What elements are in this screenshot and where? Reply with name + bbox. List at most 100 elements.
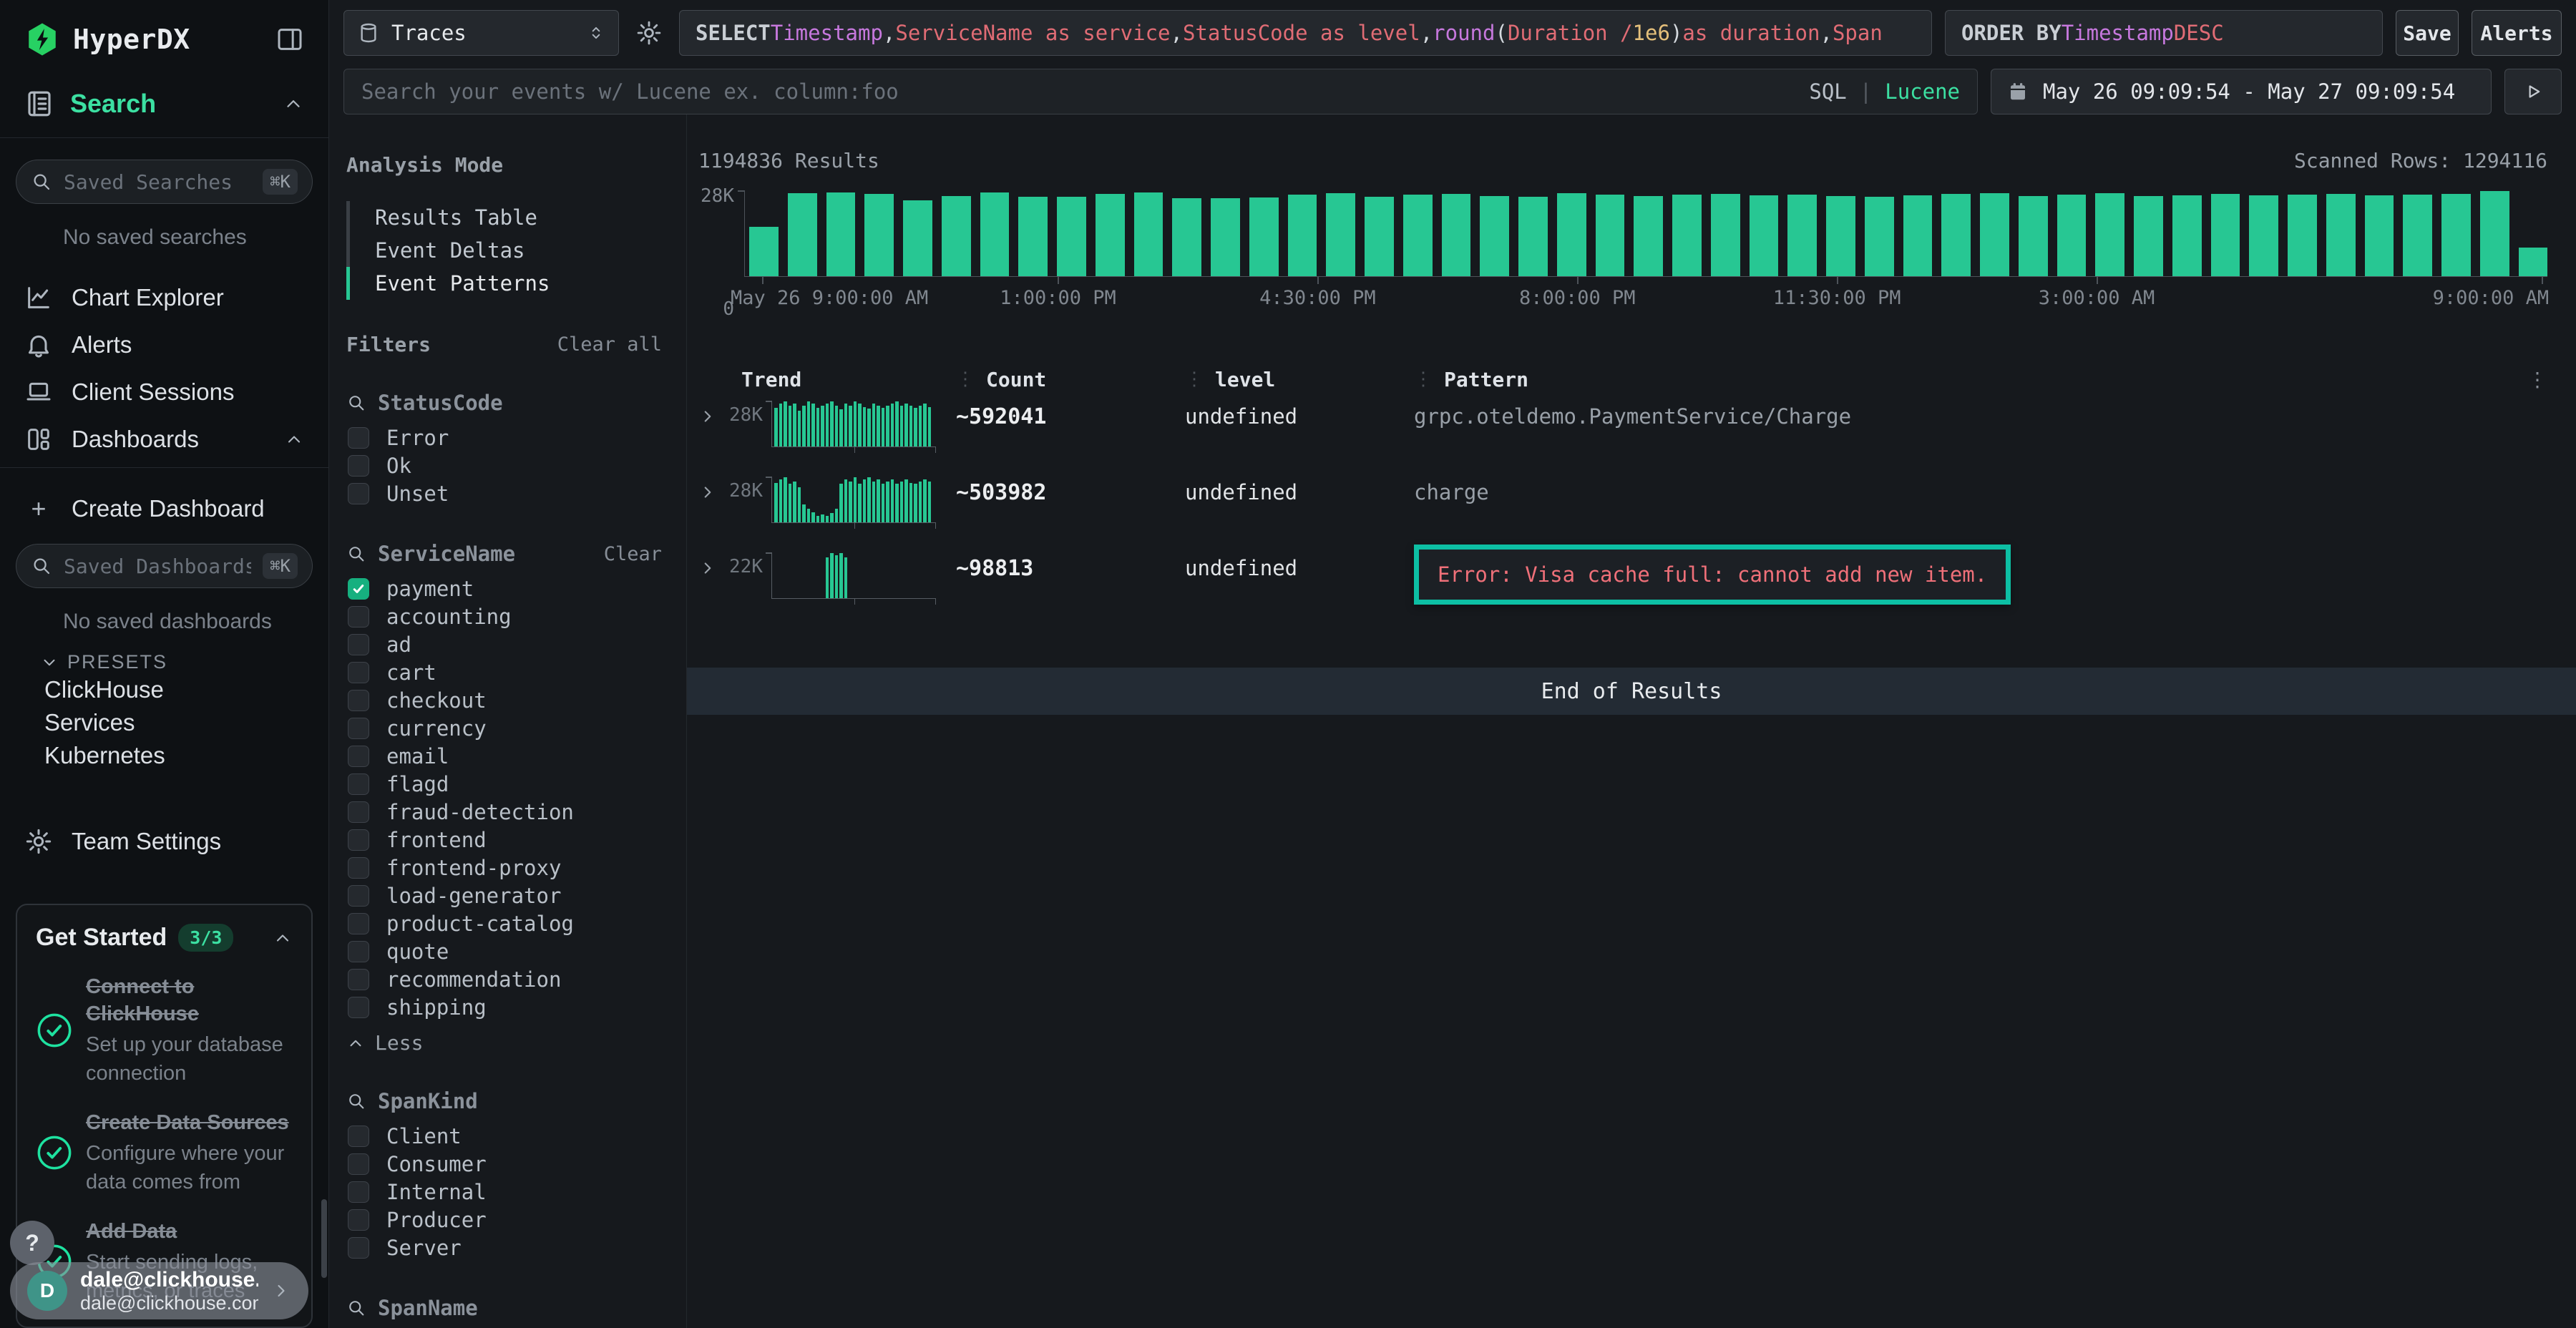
- histogram-bar[interactable]: [1941, 194, 1971, 276]
- expand-row-chevron[interactable]: [698, 559, 717, 577]
- checkbox[interactable]: [348, 606, 369, 628]
- checkbox[interactable]: [348, 913, 369, 934]
- table-row[interactable]: 22K~98813undefinedError: Visa cache full…: [698, 547, 2547, 623]
- save-button[interactable]: Save: [2396, 10, 2459, 56]
- source-settings-button[interactable]: [632, 10, 666, 56]
- histogram-bar[interactable]: [1711, 194, 1740, 276]
- histogram-bar[interactable]: [1442, 194, 1471, 276]
- table-menu-icon[interactable]: ⋮: [2522, 368, 2547, 391]
- histogram-bar[interactable]: [1480, 196, 1509, 276]
- checkbox[interactable]: [348, 718, 369, 739]
- histogram-bar[interactable]: [942, 196, 971, 276]
- histogram-bar[interactable]: [749, 227, 779, 276]
- histogram-bar[interactable]: [788, 193, 817, 276]
- checkbox[interactable]: [348, 634, 369, 655]
- lucene-toggle[interactable]: Lucene: [1885, 79, 1960, 104]
- get-started-step[interactable]: Create Data Sources Configure where your…: [36, 1109, 293, 1196]
- sql-toggle[interactable]: SQL: [1809, 79, 1846, 104]
- checkbox[interactable]: [348, 941, 369, 962]
- histogram-bar[interactable]: [1057, 197, 1086, 276]
- histogram-bar[interactable]: [1518, 197, 1548, 276]
- pattern-text[interactable]: grpc.oteldemo.PaymentService/Charge: [1414, 396, 2522, 429]
- checkbox[interactable]: [348, 455, 369, 477]
- checkbox[interactable]: [348, 427, 369, 449]
- histogram-bar[interactable]: [1403, 195, 1433, 276]
- histogram-bar[interactable]: [2519, 248, 2548, 276]
- clear-servicename-button[interactable]: Clear: [604, 543, 662, 565]
- histogram-bar[interactable]: [1787, 195, 1817, 276]
- column-drag-handle[interactable]: ⋮: [956, 368, 973, 390]
- histogram-bar[interactable]: [2249, 195, 2278, 276]
- checkbox[interactable]: [348, 1153, 369, 1175]
- checkbox[interactable]: [348, 1237, 369, 1259]
- source-select[interactable]: Traces: [343, 10, 619, 56]
- histogram-bar[interactable]: [1980, 193, 2009, 276]
- histogram-bar[interactable]: [1634, 196, 1663, 276]
- sidebar-item-chart-explorer[interactable]: Chart Explorer: [0, 274, 328, 321]
- histogram-bar[interactable]: [2365, 195, 2394, 276]
- checkbox[interactable]: [348, 885, 369, 907]
- checkbox[interactable]: [348, 746, 369, 767]
- highlighted-pattern-box[interactable]: Error: Visa cache full: cannot add new i…: [1414, 545, 2011, 605]
- histogram-bar[interactable]: [2441, 194, 2471, 276]
- column-header-count[interactable]: ⋮Count: [956, 368, 1185, 391]
- alerts-button[interactable]: Alerts: [2472, 10, 2562, 56]
- histogram-bar[interactable]: [1365, 197, 1394, 276]
- preset-services[interactable]: Services: [0, 706, 328, 739]
- search-icon[interactable]: [346, 1298, 366, 1318]
- sidebar-item-client-sessions[interactable]: Client Sessions: [0, 368, 328, 416]
- histogram-bar[interactable]: [1326, 193, 1355, 276]
- checkbox[interactable]: [348, 801, 369, 823]
- histogram-bar[interactable]: [980, 192, 1010, 276]
- sidebar-item-search[interactable]: Search: [0, 89, 328, 119]
- checkbox[interactable]: [348, 1181, 369, 1203]
- histogram-bar[interactable]: [1211, 198, 1240, 276]
- sidebar-item-alerts[interactable]: Alerts: [0, 321, 328, 368]
- histogram-bar[interactable]: [1288, 195, 1317, 276]
- checkbox[interactable]: [348, 690, 369, 711]
- table-row[interactable]: 28K~592041undefinedgrpc.oteldemo.Payment…: [698, 396, 2547, 472]
- histogram-bar[interactable]: [2403, 195, 2432, 276]
- histogram-bar[interactable]: [1672, 195, 1702, 276]
- search-icon[interactable]: [346, 544, 366, 564]
- histogram-bar[interactable]: [1172, 198, 1201, 276]
- search-icon[interactable]: [346, 393, 366, 413]
- histogram-bar[interactable]: [1750, 195, 1779, 276]
- user-menu[interactable]: D dale@clickhouse.com dale@clickhouse.co…: [10, 1262, 308, 1319]
- mode-results-table[interactable]: Results Table: [346, 201, 662, 234]
- histogram-bar[interactable]: [2057, 195, 2087, 276]
- sidebar-item-team-settings[interactable]: Team Settings: [0, 818, 328, 865]
- select-clause-input[interactable]: SELECT Timestamp, ServiceName as service…: [679, 10, 1932, 56]
- histogram-bar[interactable]: [1249, 197, 1279, 276]
- sidebar-scrollbar-thumb[interactable]: [321, 1199, 327, 1278]
- histogram-bar[interactable]: [2095, 193, 2124, 276]
- date-range-picker[interactable]: May 26 09:09:54 - May 27 09:09:54: [1991, 69, 2492, 114]
- chevron-up-icon[interactable]: [273, 928, 293, 948]
- histogram-bar[interactable]: [1134, 192, 1163, 276]
- histogram-bar[interactable]: [1865, 197, 1894, 276]
- expand-row-chevron[interactable]: [698, 407, 717, 426]
- create-dashboard-button[interactable]: + Create Dashboard: [0, 485, 328, 532]
- table-row[interactable]: 28K~503982undefinedcharge: [698, 472, 2547, 547]
- histogram-bar[interactable]: [1096, 194, 1125, 276]
- get-started-step[interactable]: Connect to ClickHouse Set up your databa…: [36, 973, 293, 1088]
- histogram-bar[interactable]: [2288, 195, 2317, 276]
- expand-row-chevron[interactable]: [698, 483, 717, 502]
- search-icon[interactable]: [346, 1091, 366, 1111]
- histogram-bar[interactable]: [2326, 194, 2356, 276]
- checkbox[interactable]: [348, 662, 369, 683]
- histogram-bar[interactable]: [2480, 191, 2509, 276]
- mode-event-deltas[interactable]: Event Deltas: [346, 234, 662, 267]
- histogram-bar[interactable]: [1596, 195, 1625, 276]
- column-drag-handle[interactable]: ⋮: [1414, 368, 1431, 390]
- checkbox[interactable]: [348, 997, 369, 1018]
- histogram-bars[interactable]: [744, 191, 2547, 277]
- mode-event-patterns[interactable]: Event Patterns: [346, 267, 662, 300]
- histogram-bar[interactable]: [2019, 196, 2048, 276]
- histogram-bar[interactable]: [1826, 196, 1855, 276]
- saved-dashboards-input[interactable]: Saved Dashboards ⌘K: [16, 544, 313, 588]
- sidebar-collapse-icon[interactable]: [275, 25, 304, 54]
- histogram-bar[interactable]: [826, 192, 856, 276]
- column-header-level[interactable]: ⋮level: [1185, 368, 1414, 391]
- checkbox[interactable]: [348, 829, 369, 851]
